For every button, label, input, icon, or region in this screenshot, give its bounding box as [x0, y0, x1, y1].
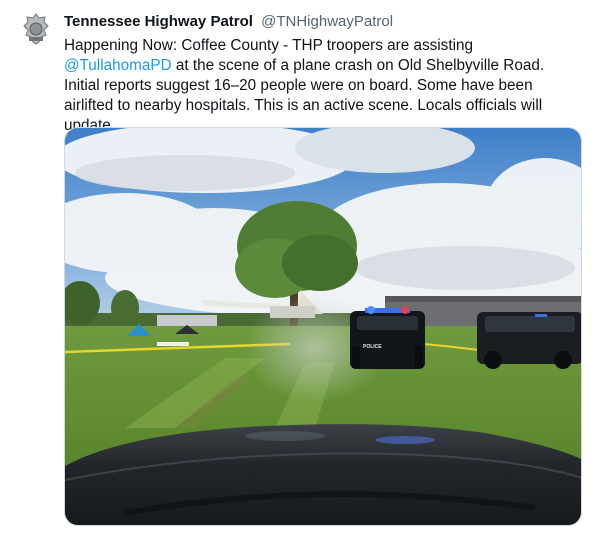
- thp-badge-icon: [17, 11, 55, 49]
- tweet-photo[interactable]: POLICE: [64, 127, 582, 526]
- mention-link[interactable]: @TullahomaPD: [64, 57, 172, 74]
- user-handle[interactable]: @TNHighwayPatrol: [261, 13, 393, 30]
- tweet-header: Tennessee Highway Patrol @TNHighwayPatro…: [64, 13, 393, 31]
- display-name[interactable]: Tennessee Highway Patrol: [64, 13, 253, 30]
- tweet: Tennessee Highway Patrol @TNHighwayPatro…: [0, 0, 596, 536]
- crash-scene-photo: POLICE: [65, 128, 581, 525]
- avatar[interactable]: [16, 10, 56, 50]
- tweet-text: Happening Now: Coffee County - THP troop…: [64, 36, 582, 136]
- police-car: POLICE: [350, 306, 425, 369]
- police-suv: [477, 312, 581, 369]
- tweet-text-part1: Happening Now: Coffee County - THP troop…: [64, 37, 473, 54]
- police-label: POLICE: [363, 344, 382, 350]
